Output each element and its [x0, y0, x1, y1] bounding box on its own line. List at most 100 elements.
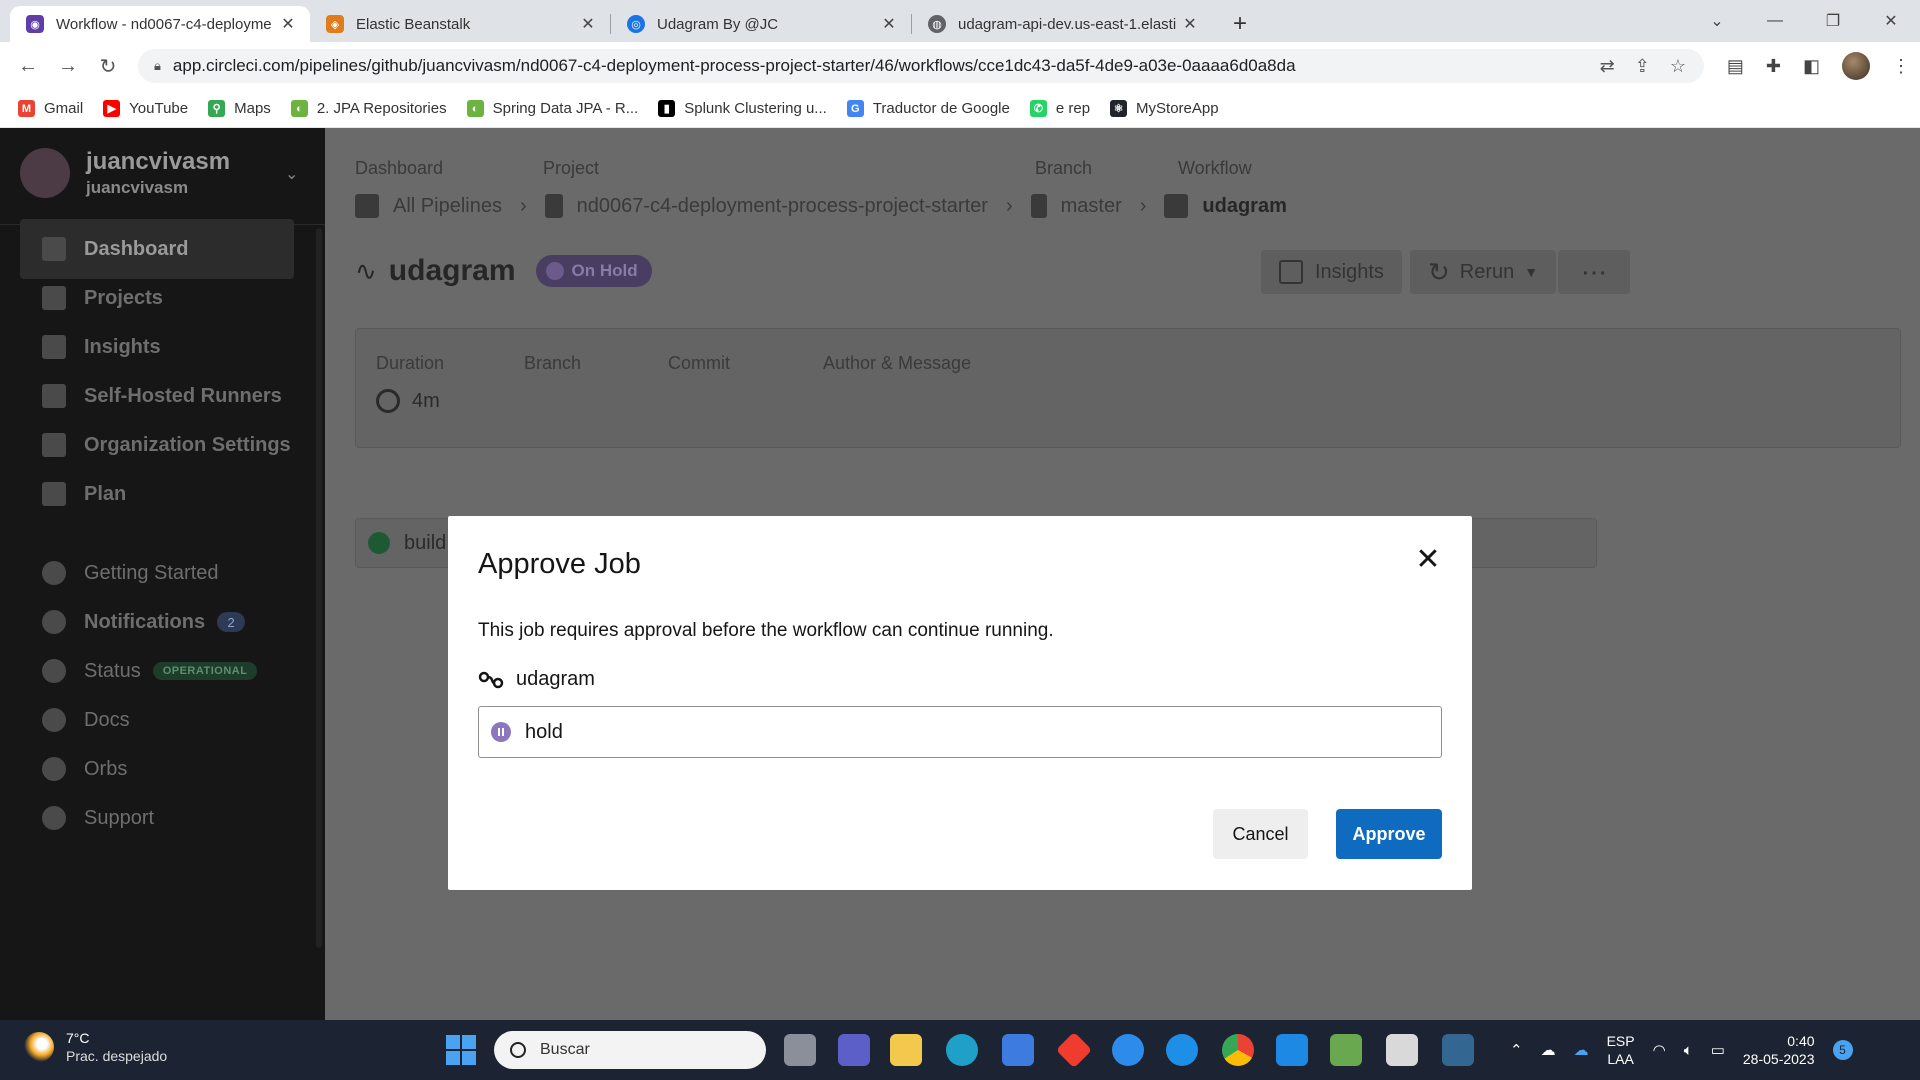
bookmark-item[interactable]: ◐ Spring Data JPA - R...: [466, 100, 638, 117]
tab-udagram-api[interactable]: ◍ udagram-api-dev.us-east-1.elasti ✕: [912, 6, 1212, 42]
close-tab-icon[interactable]: ✕: [879, 14, 899, 34]
windows-taskbar: 7°C Prac. despejado Buscar ⌃ ☁ ☁ ESP LAA: [0, 1020, 1920, 1080]
user-name: juancvivasm: [86, 148, 231, 175]
bookmark-label: Maps: [234, 100, 271, 117]
tab-workflow[interactable]: ◉ Workflow - nd0067-c4-deployme ✕: [10, 6, 310, 42]
chevron-down-icon[interactable]: ⌄: [285, 164, 298, 184]
side-panel-icon[interactable]: ◧: [1803, 56, 1820, 77]
bookmark-item[interactable]: ✆ e rep: [1029, 100, 1090, 117]
bookmark-item[interactable]: ▮ Splunk Clustering u...: [658, 100, 827, 117]
lock-icon[interactable]: 🔒︎: [154, 58, 161, 74]
ellipsis-icon: ⋯: [1581, 256, 1607, 287]
bookmark-icon: ◐: [466, 100, 484, 117]
time: 0:40: [1787, 1033, 1815, 1049]
bookmark-item[interactable]: ◐ 2. JPA Repositories: [290, 100, 447, 117]
crumb-workflow[interactable]: udagram: [1202, 195, 1286, 218]
close-tab-icon[interactable]: ✕: [278, 14, 298, 34]
tab-search-icon[interactable]: ⌄: [1688, 11, 1746, 31]
forward-icon[interactable]: →: [48, 55, 88, 78]
sidebar-item-label: Organization Settings: [84, 433, 291, 456]
clock[interactable]: 0:40 28-05-2023: [1743, 1032, 1815, 1068]
crumb-branch[interactable]: master: [1061, 195, 1122, 218]
reload-icon[interactable]: ↻: [88, 54, 128, 79]
bookmark-item[interactable]: ⚲ Maps: [208, 100, 271, 117]
status-icon: [42, 659, 66, 683]
back-icon[interactable]: ←: [8, 55, 48, 78]
chevron-right-icon: ›: [1139, 194, 1147, 217]
docker-icon[interactable]: [1166, 1034, 1198, 1066]
hold-job-field[interactable]: hold: [478, 706, 1442, 758]
help-app-icon[interactable]: [1112, 1034, 1144, 1066]
tab-title: Udagram By @JC: [657, 15, 779, 33]
address-bar[interactable]: 🔒︎ app.circleci.com/pipelines/github/jua…: [138, 49, 1704, 83]
vscode-icon[interactable]: [1276, 1034, 1308, 1066]
bookmark-star-icon[interactable]: ☆: [1670, 56, 1686, 77]
insights-button[interactable]: Insights: [1261, 250, 1402, 294]
bookmark-item[interactable]: ▶ YouTube: [103, 100, 188, 117]
close-icon[interactable]: ✕: [1412, 544, 1444, 576]
wifi-icon[interactable]: ◠: [1653, 1041, 1666, 1059]
onedrive-icon[interactable]: ☁: [1574, 1041, 1589, 1059]
org-switcher[interactable]: juancvivasm juancvivasm: [20, 148, 230, 198]
bookmark-icon: G: [846, 100, 864, 117]
notepad-icon[interactable]: [1330, 1034, 1362, 1066]
rocket-icon: [42, 561, 66, 585]
sidebar-item-plan[interactable]: Plan: [20, 464, 294, 524]
new-tab-button[interactable]: +: [1222, 6, 1258, 42]
bookmark-item[interactable]: G Traductor de Google: [846, 100, 1010, 117]
sidebar-item-label: Plan: [84, 482, 127, 505]
tab-elastic-beanstalk[interactable]: ◈ Elastic Beanstalk ✕: [310, 6, 610, 42]
workflow-info-card: Duration Branch Commit Author & Message …: [355, 328, 1901, 448]
chrome-icon[interactable]: [1222, 1034, 1254, 1066]
cloud-sync-icon[interactable]: ☁: [1541, 1041, 1556, 1059]
cancel-button[interactable]: Cancel: [1213, 809, 1308, 859]
file-explorer-icon[interactable]: [890, 1034, 922, 1066]
close-tab-icon[interactable]: ✕: [1180, 14, 1200, 34]
minimize-icon[interactable]: —: [1746, 12, 1804, 30]
battery-icon[interactable]: ▭: [1711, 1041, 1725, 1059]
chevron-up-icon[interactable]: ⌃: [1510, 1041, 1523, 1059]
bookmark-icon: ⚛: [1110, 100, 1128, 117]
share-icon[interactable]: ⇪: [1635, 56, 1650, 77]
crumb-pipelines[interactable]: All Pipelines: [393, 195, 502, 218]
profile-avatar[interactable]: [1842, 52, 1870, 80]
runners-icon: [42, 384, 66, 408]
more-options-button[interactable]: ⋯: [1558, 250, 1630, 294]
window-controls: ⌄ — ❐ ✕: [1688, 0, 1920, 42]
windows-start-icon[interactable]: [446, 1035, 476, 1065]
bookmark-item[interactable]: ⚛ MyStoreApp: [1110, 100, 1219, 117]
sidebar-item-support[interactable]: Support: [20, 788, 294, 848]
extensions-icon[interactable]: ✚: [1766, 56, 1781, 77]
teams-icon[interactable]: [838, 1034, 870, 1066]
menu-icon[interactable]: ⋮: [1892, 56, 1910, 77]
crumb-project[interactable]: nd0067-c4-deployment-process-project-sta…: [577, 195, 988, 218]
weather-widget[interactable]: 7°C Prac. despejado: [24, 1030, 167, 1064]
notification-badge[interactable]: 5: [1832, 1040, 1853, 1060]
bookmark-label: 2. JPA Repositories: [316, 100, 447, 117]
rerun-button[interactable]: ↻ Rerun ▼: [1410, 250, 1557, 294]
close-window-icon[interactable]: ✕: [1862, 11, 1920, 31]
sidebar-scrollbar[interactable]: [316, 228, 322, 948]
bookmark-item[interactable]: M Gmail: [18, 100, 83, 117]
store-icon[interactable]: [1002, 1034, 1034, 1066]
language-indicator[interactable]: ESP LAA: [1607, 1032, 1635, 1068]
reading-list-icon[interactable]: ▤: [1727, 56, 1744, 77]
volume-icon[interactable]: 🔈︎: [1684, 1042, 1693, 1059]
translate-icon[interactable]: ⇄: [1600, 56, 1615, 77]
bookmark-label: Traductor de Google: [872, 100, 1010, 117]
taskbar-search[interactable]: Buscar: [494, 1031, 766, 1069]
task-view-icon[interactable]: [784, 1034, 816, 1066]
edge-icon[interactable]: [946, 1034, 978, 1066]
close-tab-icon[interactable]: ✕: [578, 14, 598, 34]
postgres-icon[interactable]: [1442, 1034, 1474, 1066]
modal-workflow: udagram: [478, 668, 595, 691]
git-icon[interactable]: [1055, 1031, 1093, 1069]
snipping-tool-icon[interactable]: [1386, 1034, 1418, 1066]
date: 28-05-2023: [1742, 1051, 1815, 1067]
tab-udagram[interactable]: ◎ Udagram By @JC ✕: [611, 6, 911, 42]
hold-job-name: hold: [525, 720, 563, 743]
search-icon: [510, 1042, 526, 1058]
restore-icon[interactable]: ❐: [1804, 11, 1862, 31]
browser-tab-bar: ◉ Workflow - nd0067-c4-deployme ✕ ◈ Elas…: [0, 0, 1920, 42]
approve-button[interactable]: Approve: [1336, 809, 1442, 859]
